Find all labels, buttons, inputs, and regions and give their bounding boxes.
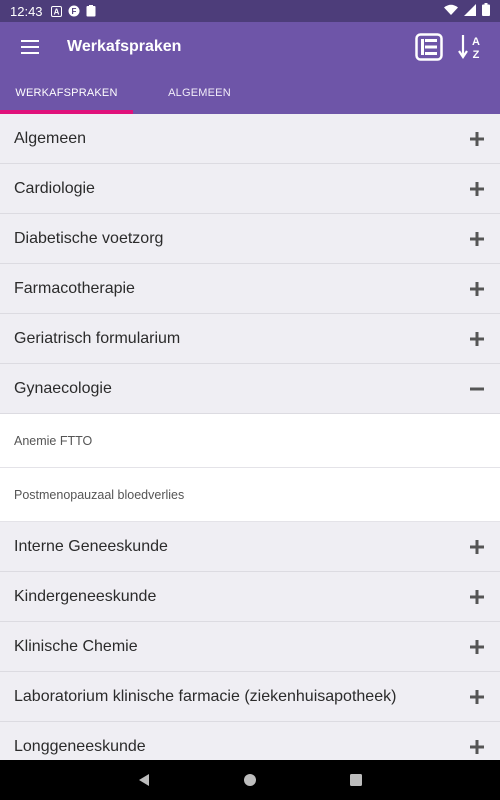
menu-button[interactable] xyxy=(0,22,60,72)
sub-item-postmenopauzaal-bloedverlies[interactable]: Postmenopauzaal bloedverlies xyxy=(0,468,500,522)
category-label: Algemeen xyxy=(14,129,87,147)
hamburger-icon xyxy=(21,40,39,54)
category-label: Geriatrisch formularium xyxy=(14,329,181,347)
plus-icon[interactable] xyxy=(468,588,486,606)
svg-text:A: A xyxy=(472,36,480,48)
category-row-interne-geneeskunde[interactable]: Interne Geneeskunde xyxy=(0,522,500,572)
list-view-button[interactable] xyxy=(408,22,450,72)
plus-icon[interactable] xyxy=(468,638,486,656)
plus-icon[interactable] xyxy=(468,180,486,198)
category-label: Klinische Chemie xyxy=(14,637,138,655)
category-label: Longgeneeskunde xyxy=(14,737,146,755)
tab-bar: WERKAFSPRAKEN ALGEMEEN xyxy=(0,72,500,114)
back-icon xyxy=(139,774,149,786)
category-row-algemeen[interactable]: Algemeen xyxy=(0,114,500,164)
f-notification-icon: F xyxy=(68,5,80,17)
category-row-laboratorium-klinische-farmacie[interactable]: Laboratorium klinische farmacie (ziekenh… xyxy=(0,672,500,722)
back-button[interactable] xyxy=(91,773,197,787)
status-bar: 12:43 A F xyxy=(0,0,500,22)
list-view-icon xyxy=(415,33,443,61)
plus-icon[interactable] xyxy=(468,330,486,348)
svg-text:F: F xyxy=(71,7,76,16)
sub-item-label: Postmenopauzaal bloedverlies xyxy=(14,487,185,502)
recents-icon xyxy=(350,774,362,786)
category-row-gynaecologie[interactable]: Gynaecologie xyxy=(0,364,500,414)
category-label: Gynaecologie xyxy=(14,379,112,397)
category-row-klinische-chemie[interactable]: Klinische Chemie xyxy=(0,622,500,672)
plus-icon[interactable] xyxy=(468,280,486,298)
plus-icon[interactable] xyxy=(468,538,486,556)
minus-icon[interactable] xyxy=(468,380,486,398)
battery-icon xyxy=(482,3,490,19)
category-label: Laboratorium klinische farmacie (ziekenh… xyxy=(14,687,397,705)
clipboard-icon xyxy=(86,5,96,17)
sub-item-anemie-ftto[interactable]: Anemie FTTO xyxy=(0,414,500,468)
plus-icon[interactable] xyxy=(468,738,486,756)
sort-az-icon: A Z xyxy=(458,35,480,61)
page-title: Werkafspraken xyxy=(67,38,182,55)
status-time: 12:43 xyxy=(10,3,43,19)
a-notification-icon: A xyxy=(50,5,62,17)
home-icon xyxy=(244,774,256,786)
category-label: Farmacotherapie xyxy=(14,279,135,297)
category-list: Algemeen Cardiologie Diabetische voetzor… xyxy=(0,114,500,760)
tab-algemeen[interactable]: ALGEMEEN xyxy=(133,72,266,114)
sort-az-button[interactable]: A Z xyxy=(450,22,492,72)
category-label: Interne Geneeskunde xyxy=(14,537,168,555)
home-button[interactable] xyxy=(197,773,303,787)
plus-icon[interactable] xyxy=(468,688,486,706)
wifi-icon xyxy=(444,4,458,19)
plus-icon[interactable] xyxy=(468,130,486,148)
plus-icon[interactable] xyxy=(468,230,486,248)
tab-werkafspraken[interactable]: WERKAFSPRAKEN xyxy=(0,72,133,114)
category-row-cardiologie[interactable]: Cardiologie xyxy=(0,164,500,214)
category-label: Kindergeneeskunde xyxy=(14,587,157,605)
signal-icon xyxy=(464,3,476,19)
category-label: Cardiologie xyxy=(14,179,95,197)
svg-text:A: A xyxy=(53,7,59,16)
recents-button[interactable] xyxy=(303,773,409,787)
system-nav-bar xyxy=(0,760,500,800)
category-row-kindergeneeskunde[interactable]: Kindergeneeskunde xyxy=(0,572,500,622)
category-label: Diabetische voetzorg xyxy=(14,229,164,247)
category-row-longgeneeskunde[interactable]: Longgeneeskunde xyxy=(0,722,500,760)
category-row-farmacotherapie[interactable]: Farmacotherapie xyxy=(0,264,500,314)
sub-item-label: Anemie FTTO xyxy=(14,433,93,448)
app-bar: Werkafspraken A Z xyxy=(0,22,500,72)
category-row-geriatrisch-formularium[interactable]: Geriatrisch formularium xyxy=(0,314,500,364)
category-row-diabetische-voetzorg[interactable]: Diabetische voetzorg xyxy=(0,214,500,264)
svg-text:Z: Z xyxy=(473,49,480,61)
